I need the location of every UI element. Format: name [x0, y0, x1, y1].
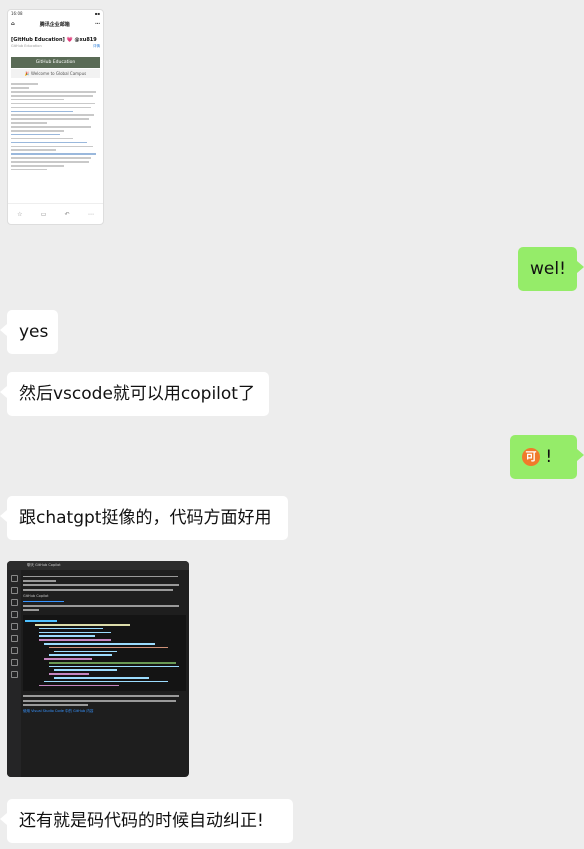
remote-icon	[10, 659, 18, 666]
search-icon	[10, 587, 18, 594]
copilot-chat-pane: GitHub Copilot 使用 Visual Studio Code 中的 …	[23, 573, 186, 774]
email-toolbar: ☆ ▭ ↶ ⋯	[8, 203, 103, 224]
source-control-icon	[10, 599, 18, 606]
status-time: 16:08	[11, 11, 23, 16]
test-icon	[10, 647, 18, 654]
more-icon: ⋯	[87, 210, 94, 218]
message-bubble-left[interactable]: 还有就是码代码的时候自动纠正!	[0, 799, 293, 843]
message-text: 然后vscode就可以用copilot了	[19, 384, 255, 404]
more-icon: ⋯	[94, 21, 100, 27]
message-bubble-left[interactable]: yes	[0, 310, 58, 354]
welcome-banner: 🎉 Welcome to Global Campus	[11, 69, 100, 78]
vscode-screenshot-image[interactable]: 聊天 GitHub Copilot GitHub Copilot 使用 Visu…	[7, 561, 189, 777]
detail-link: 详情	[93, 44, 100, 48]
emoji-ke-icon: 可	[522, 448, 540, 466]
code-block	[23, 615, 186, 692]
window-title: 聊天 GitHub Copilot	[27, 563, 61, 567]
copilot-header: GitHub Copilot	[23, 593, 49, 598]
chat-icon	[10, 635, 18, 642]
debug-icon	[10, 611, 18, 618]
message-bubble-right[interactable]: 可 !	[510, 435, 584, 479]
message-text: yes	[19, 322, 49, 342]
activity-bar	[7, 570, 21, 777]
signal-icon: ▪▪	[94, 11, 100, 16]
github-education-banner: GitHub Education	[11, 57, 100, 68]
email-header: ⌂ 腾讯企业邮箱 ⋯	[8, 18, 103, 31]
email-screenshot-image[interactable]: 16:08 ▪▪ ⌂ 腾讯企业邮箱 ⋯ [GitHub Education] 💗 …	[7, 9, 104, 225]
email-from-row: GitHub Education 详情	[8, 44, 103, 49]
email-body-lines	[8, 79, 103, 175]
message-text: 跟chatgpt挺像的，代码方面好用	[19, 508, 272, 528]
delete-icon: ▭	[40, 210, 47, 218]
message-text: wel!	[530, 259, 566, 279]
app-title: 腾讯企业邮箱	[39, 22, 70, 28]
message-text: 还有就是码代码的时候自动纠正!	[19, 811, 264, 831]
window-titlebar: 聊天 GitHub Copilot	[7, 561, 189, 570]
message-bubble-left[interactable]: 然后vscode就可以用copilot了	[0, 372, 269, 416]
email-sender: GitHub Education	[11, 44, 42, 48]
extensions-icon	[10, 623, 18, 630]
footer-link: 使用 Visual Studio Code 中的 GitHub 内容	[23, 708, 94, 713]
explorer-icon	[10, 575, 18, 582]
reply-icon: ↶	[64, 210, 70, 218]
star-icon: ☆	[17, 210, 23, 218]
message-bubble-right[interactable]: wel!	[518, 247, 584, 291]
message-text: !	[545, 447, 553, 467]
docker-icon	[10, 671, 18, 678]
email-subject: [GitHub Education] 💗 @xu819	[11, 37, 97, 43]
home-icon: ⌂	[11, 21, 15, 27]
message-bubble-left[interactable]: 跟chatgpt挺像的，代码方面好用	[0, 496, 288, 540]
status-bar: 16:08 ▪▪	[8, 10, 103, 18]
